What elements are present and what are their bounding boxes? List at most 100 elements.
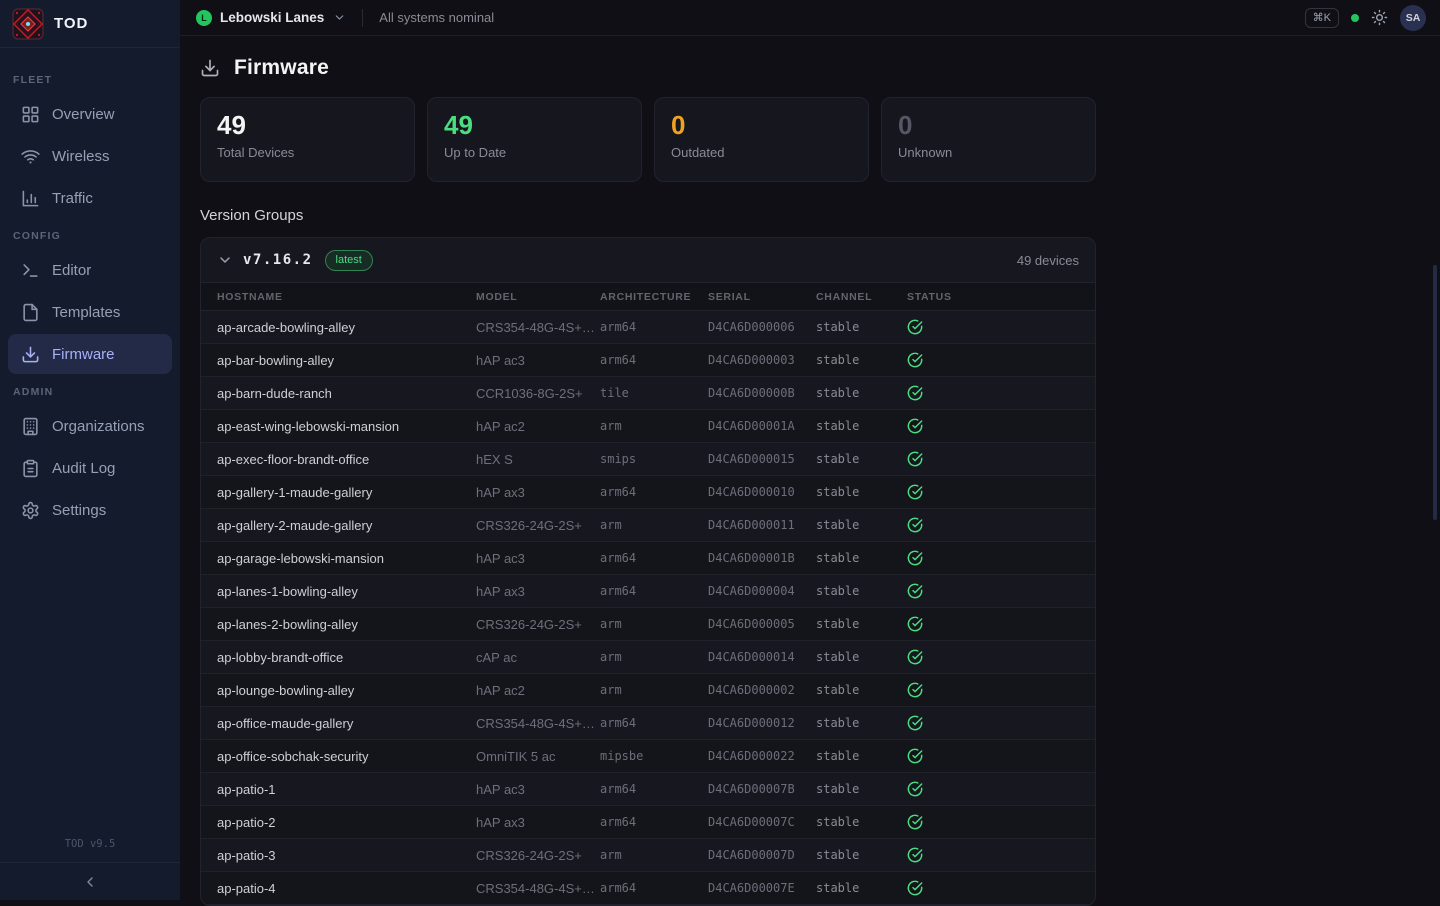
cell-status (907, 847, 1079, 863)
sidebar-collapse-button[interactable] (0, 862, 180, 900)
cell-channel: stable (816, 353, 907, 367)
sidebar-nav: FLEET Overview Wireless Traffic CONFIG (0, 48, 180, 900)
sidebar-item-label: Settings (52, 502, 106, 519)
cell-model: CRS354-48G-4S+… (476, 881, 600, 896)
sidebar-item-templates[interactable]: Templates (8, 292, 172, 332)
table-row[interactable]: ap-patio-3 CRS326-24G-2S+ arm D4CA6D0000… (201, 839, 1095, 872)
cell-model: hAP ac3 (476, 353, 600, 368)
cell-status (907, 484, 1079, 500)
table-row[interactable]: ap-office-maude-gallery CRS354-48G-4S+… … (201, 707, 1095, 740)
user-avatar[interactable]: SA (1400, 5, 1426, 31)
nav-section-fleet: FLEET Overview Wireless Traffic (0, 74, 180, 218)
table-row[interactable]: ap-exec-floor-brandt-office hEX S smips … (201, 443, 1095, 476)
cell-hostname: ap-exec-floor-brandt-office (217, 452, 476, 467)
table-row[interactable]: ap-office-sobchak-security OmniTIK 5 ac … (201, 740, 1095, 773)
sun-icon[interactable] (1371, 9, 1388, 26)
cell-hostname: ap-patio-1 (217, 782, 476, 797)
version-group-header[interactable]: v7.16.2 latest 49 devices (201, 238, 1095, 282)
sidebar-item-label: Firmware (52, 346, 115, 363)
check-circle-icon (907, 385, 923, 401)
chevron-down-icon[interactable] (217, 252, 233, 268)
cell-channel: stable (816, 485, 907, 499)
table-row[interactable]: ap-lobby-brandt-office cAP ac arm D4CA6D… (201, 641, 1095, 674)
content: Firmware 49 Total Devices 49 Up to Date … (180, 36, 1440, 906)
cell-channel: stable (816, 320, 907, 334)
check-circle-icon (907, 748, 923, 764)
check-circle-icon (907, 715, 923, 731)
page-title-row: Firmware (200, 56, 1420, 80)
cell-model: OmniTIK 5 ac (476, 749, 600, 764)
cell-serial: D4CA6D00001A (708, 419, 816, 433)
sidebar-item-firmware[interactable]: Firmware (8, 334, 172, 374)
org-switcher[interactable]: L Lebowski Lanes (196, 10, 346, 26)
check-circle-icon (907, 352, 923, 368)
table-row[interactable]: ap-lounge-bowling-alley hAP ac2 arm D4CA… (201, 674, 1095, 707)
cell-serial: D4CA6D00007C (708, 815, 816, 829)
cell-serial: D4CA6D00007B (708, 782, 816, 796)
table-row[interactable]: ap-patio-4 CRS354-48G-4S+… arm64 D4CA6D0… (201, 872, 1095, 905)
sidebar-item-settings[interactable]: Settings (8, 490, 172, 530)
cell-hostname: ap-lounge-bowling-alley (217, 683, 476, 698)
cell-status (907, 682, 1079, 698)
sidebar-item-audit-log[interactable]: Audit Log (8, 448, 172, 488)
cell-model: hAP ac3 (476, 551, 600, 566)
table-row[interactable]: ap-arcade-bowling-alley CRS354-48G-4S+… … (201, 311, 1095, 344)
command-palette-shortcut[interactable]: ⌘K (1305, 8, 1339, 28)
sidebar-item-label: Organizations (52, 418, 145, 435)
cell-architecture: smips (600, 452, 708, 466)
stat-label: Up to Date (444, 145, 625, 160)
sidebar-item-organizations[interactable]: Organizations (8, 406, 172, 446)
table-row[interactable]: ap-garage-lebowski-mansion hAP ac3 arm64… (201, 542, 1095, 575)
sidebar-item-traffic[interactable]: Traffic (8, 178, 172, 218)
cell-status (907, 880, 1079, 896)
cell-architecture: arm64 (600, 716, 708, 730)
stat-value: 0 (898, 111, 1079, 141)
column-header: ARCHITECTURE (600, 291, 708, 303)
cell-status (907, 715, 1079, 731)
gear-icon (21, 501, 40, 520)
table-row[interactable]: ap-lanes-2-bowling-alley CRS326-24G-2S+ … (201, 608, 1095, 641)
cell-hostname: ap-gallery-1-maude-gallery (217, 485, 476, 500)
table-row[interactable]: ap-gallery-2-maude-gallery CRS326-24G-2S… (201, 509, 1095, 542)
cell-serial: D4CA6D000014 (708, 650, 816, 664)
check-circle-icon (907, 649, 923, 665)
table-row[interactable]: ap-east-wing-lebowski-mansion hAP ac2 ar… (201, 410, 1095, 443)
check-circle-icon (907, 418, 923, 434)
table-row[interactable]: ap-barn-dude-ranch CCR1036-8G-2S+ tile D… (201, 377, 1095, 410)
building-icon (21, 417, 40, 436)
table-row[interactable]: ap-gallery-1-maude-gallery hAP ax3 arm64… (201, 476, 1095, 509)
cell-status (907, 583, 1079, 599)
sidebar-item-label: Wireless (52, 148, 110, 165)
cell-model: hAP ac2 (476, 419, 600, 434)
stats-grid: 49 Total Devices 49 Up to Date 0 Outdate… (200, 97, 1096, 182)
sidebar-item-editor[interactable]: Editor (8, 250, 172, 290)
cell-channel: stable (816, 551, 907, 565)
version-group-card: v7.16.2 latest 49 devices HOSTNAME MODEL… (200, 237, 1096, 906)
cell-model: hEX S (476, 452, 600, 467)
cell-serial: D4CA6D000006 (708, 320, 816, 334)
table-row[interactable]: ap-lanes-1-bowling-alley hAP ax3 arm64 D… (201, 575, 1095, 608)
wifi-icon (21, 147, 40, 166)
sidebar-item-label: Traffic (52, 190, 93, 207)
sidebar-item-label: Templates (52, 304, 120, 321)
cell-serial: D4CA6D000004 (708, 584, 816, 598)
cell-channel: stable (816, 848, 907, 862)
stat-card: 49 Total Devices (200, 97, 415, 182)
table-row[interactable]: ap-patio-1 hAP ac3 arm64 D4CA6D00007B st… (201, 773, 1095, 806)
stat-card: 0 Outdated (654, 97, 869, 182)
cell-serial: D4CA6D000010 (708, 485, 816, 499)
cell-hostname: ap-garage-lebowski-mansion (217, 551, 476, 566)
check-circle-icon (907, 814, 923, 830)
vertical-scrollbar[interactable] (1433, 265, 1437, 520)
sidebar-item-overview[interactable]: Overview (8, 94, 172, 134)
app-version: TOD v9.5 (0, 828, 180, 862)
table-row[interactable]: ap-patio-2 hAP ax3 arm64 D4CA6D00007C st… (201, 806, 1095, 839)
nav-section-label: FLEET (0, 74, 180, 86)
table-row[interactable]: ap-bar-bowling-alley hAP ac3 arm64 D4CA6… (201, 344, 1095, 377)
chevron-down-icon (333, 11, 346, 24)
sidebar-item-wireless[interactable]: Wireless (8, 136, 172, 176)
check-circle-icon (907, 484, 923, 500)
file-icon (21, 303, 40, 322)
nav-section-label: ADMIN (0, 386, 180, 398)
cell-hostname: ap-lanes-1-bowling-alley (217, 584, 476, 599)
